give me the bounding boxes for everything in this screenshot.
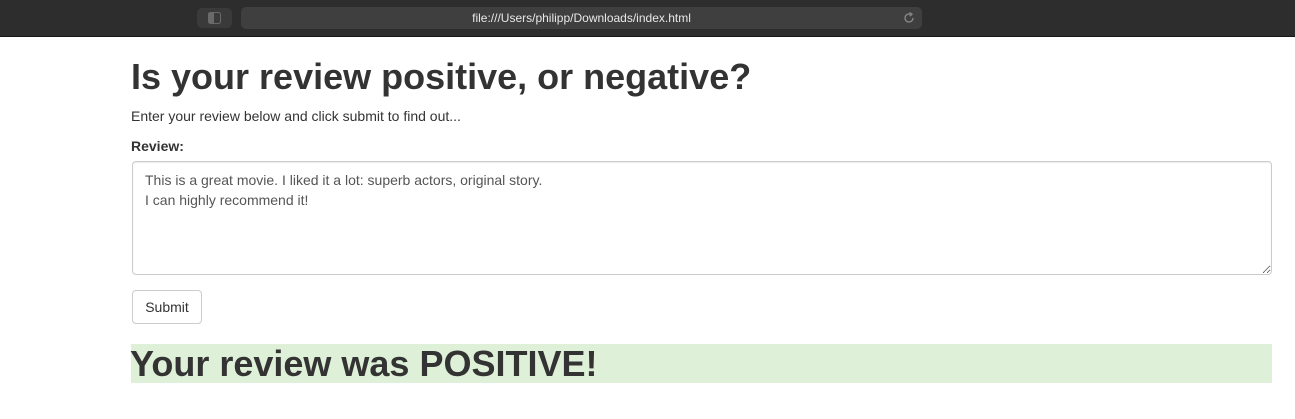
result-text: Your review was POSITIVE! — [130, 343, 598, 384]
address-bar[interactable]: file:///Users/philipp/Downloads/index.ht… — [241, 7, 922, 29]
review-textarea[interactable]: This is a great movie. I liked it a lot:… — [132, 161, 1272, 275]
submit-button[interactable]: Submit — [132, 290, 202, 324]
review-label: Review: — [131, 138, 184, 154]
sidebar-icon — [208, 12, 221, 24]
page-subtitle: Enter your review below and click submit… — [131, 108, 461, 124]
reload-icon[interactable] — [902, 11, 916, 25]
address-url: file:///Users/philipp/Downloads/index.ht… — [472, 11, 691, 25]
result-banner: Your review was POSITIVE! — [130, 343, 1272, 384]
page-title: Is your review positive, or negative? — [131, 56, 752, 97]
sidebar-toggle-button[interactable] — [197, 8, 232, 28]
browser-toolbar: file:///Users/philipp/Downloads/index.ht… — [0, 0, 1295, 37]
